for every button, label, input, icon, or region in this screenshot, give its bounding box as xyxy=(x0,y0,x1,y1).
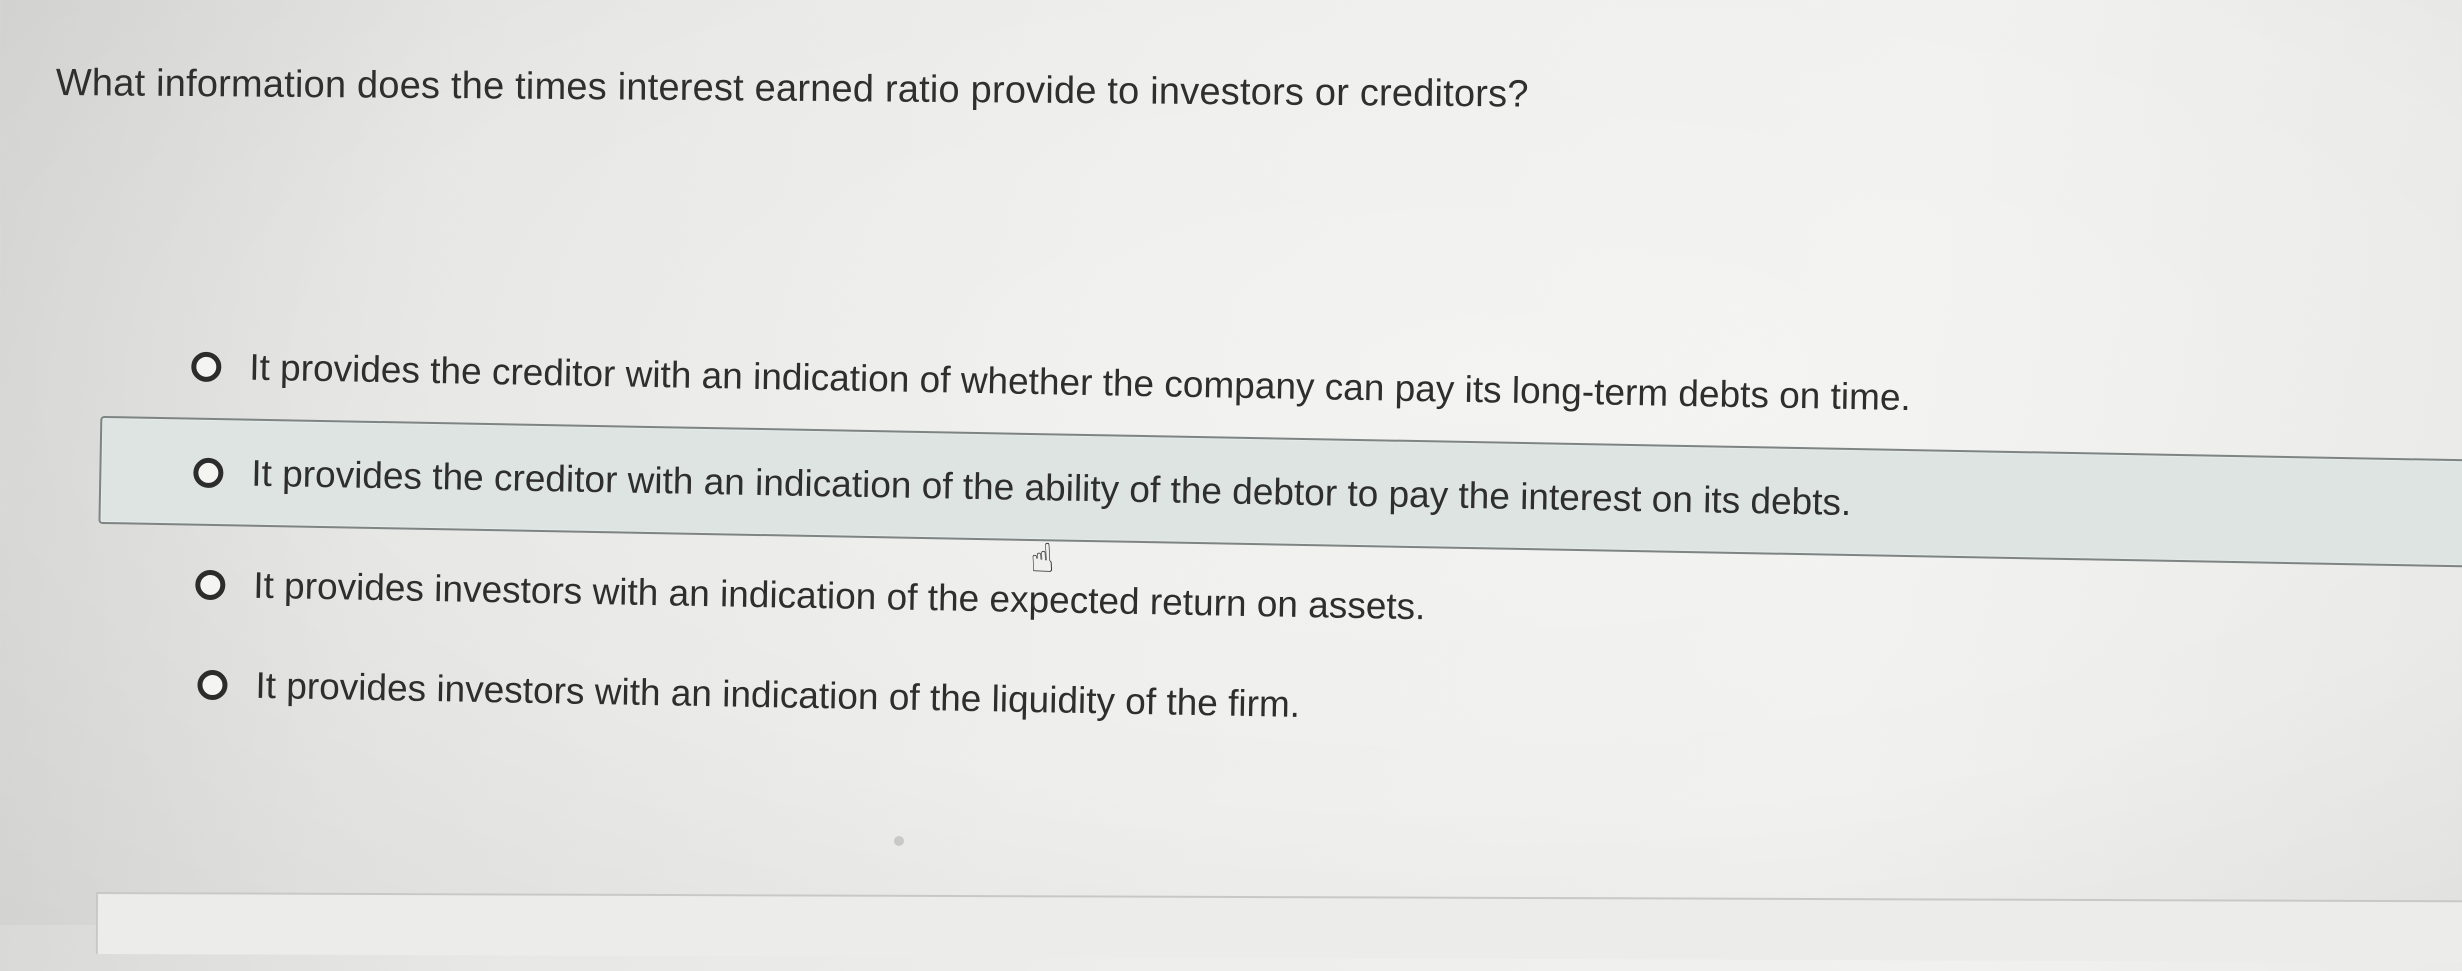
answer-option-label: It provides the creditor with an indicat… xyxy=(248,346,1912,419)
next-section-box xyxy=(95,892,2462,963)
radio-button-icon[interactable] xyxy=(197,669,228,701)
answer-option-4[interactable]: It provides investors with an indication… xyxy=(197,664,1300,726)
hand-pointer-icon: ☝ xyxy=(1028,536,1056,582)
radio-button-icon[interactable] xyxy=(191,351,222,383)
answer-option-label: It provides investors with an indication… xyxy=(255,664,1301,725)
answer-option-1[interactable]: It provides the creditor with an indicat… xyxy=(191,346,1911,420)
answer-option-label: It provides investors with an indication… xyxy=(252,564,1426,628)
screen-speck xyxy=(894,836,904,846)
radio-button-icon[interactable] xyxy=(195,569,226,601)
answer-option-3[interactable]: It provides investors with an indication… xyxy=(195,564,1426,629)
answer-options: It provides the creditor with an indicat… xyxy=(0,0,2462,970)
radio-button-icon[interactable] xyxy=(193,457,224,489)
